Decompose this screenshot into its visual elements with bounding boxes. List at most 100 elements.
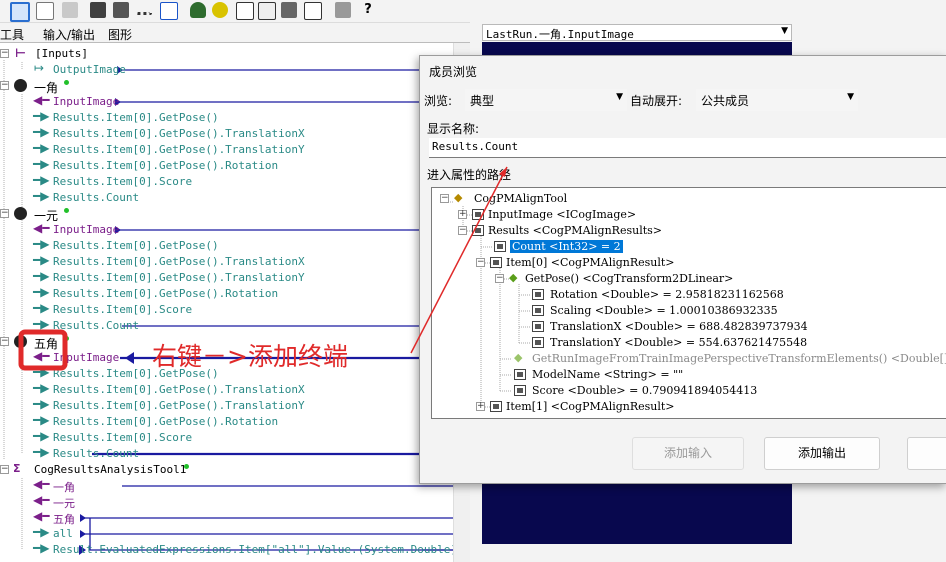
tab-graphics[interactable]: 图形 [108, 26, 132, 43]
collapse-icon[interactable]: − [476, 258, 485, 267]
collapse-icon[interactable]: − [0, 465, 9, 474]
tool-icon: ◆ [454, 191, 463, 204]
copy-icon[interactable] [36, 2, 54, 20]
tree-row-getpose[interactable]: ━▶ Results.Item[0].GetPose() [0, 237, 453, 254]
collapse-icon[interactable]: − [495, 274, 504, 283]
tree-label: all [53, 527, 73, 540]
tool-tree: − ⊢ [Inputs] ↦ OutputImage − 一角 ◀━ InputI… [0, 43, 453, 562]
tree-row-translation-y[interactable]: ━▶ Results.Item[0].GetPose().TranslationY [0, 141, 453, 158]
input-terminal-icon: ◀━ [33, 221, 50, 235]
pmalign-tool-icon [14, 79, 27, 92]
tree-label: InputImage [53, 351, 120, 364]
tree-row-count[interactable]: ━▶ Results.Count [0, 445, 453, 462]
image-source-combo[interactable]: LastRun.一角.InputImage ▼ [482, 24, 792, 41]
property-icon [472, 209, 484, 220]
tree-label: Results.Item[0].GetPose() [53, 111, 219, 124]
input-terminal-icon: ◀━ [33, 509, 50, 523]
tree-row-rotation[interactable]: ━▶ Results.Item[0].GetPose().Rotation [0, 413, 453, 430]
layout-icon[interactable] [113, 2, 129, 18]
method-icon: ◆ [514, 351, 523, 364]
collapse-icon[interactable]: − [440, 194, 449, 203]
dots-icon[interactable] [136, 2, 152, 15]
auto-expand-select[interactable]: 公共成员 ▼ [696, 89, 858, 111]
output-terminal-icon: ━▶ [33, 381, 50, 395]
prop-label: ModelName <String> = "" [532, 368, 684, 381]
tree-row-translation-y[interactable]: ━▶ Results.Item[0].GetPose().TranslationY [0, 269, 453, 286]
expand-icon[interactable]: + [476, 402, 485, 411]
add-input-button[interactable]: 添加输入 [632, 437, 744, 470]
output-terminal-icon: ━▶ [33, 253, 50, 267]
property-icon [490, 401, 502, 412]
output-terminal-icon: ━▶ [33, 173, 50, 187]
browse-select[interactable]: 典型 ▼ [465, 89, 627, 111]
run-icon[interactable] [212, 2, 228, 18]
tab-io[interactable]: 输入/输出 [43, 26, 95, 43]
tree-row-translation-x[interactable]: ━▶ Results.Item[0].GetPose().TranslationX [0, 253, 453, 270]
output-terminal-icon: ━▶ [33, 429, 50, 443]
tree-row-translation-x[interactable]: ━▶ Results.Item[0].GetPose().TranslationX [0, 381, 453, 398]
collapse-icon[interactable]: − [0, 209, 9, 218]
save-icon[interactable] [90, 2, 106, 18]
tree-row-rotation[interactable]: ━▶ Results.Item[0].GetPose().Rotation [0, 157, 453, 174]
tree-row-translation-x[interactable]: ━▶ Results.Item[0].GetPose().TranslationX [0, 125, 453, 142]
number-icon[interactable] [236, 2, 254, 20]
import-icon[interactable] [160, 2, 178, 20]
method-icon: ◆ [509, 271, 518, 284]
pmalign-tool-icon [14, 335, 27, 348]
status-ok-icon [184, 464, 189, 469]
tree-row-output-image[interactable]: ↦ OutputImage [0, 61, 453, 78]
collapse-icon[interactable]: − [458, 226, 467, 235]
collapse-icon[interactable]: − [0, 49, 9, 58]
tree-row-getpose[interactable]: ━▶ Results.Item[0].GetPose() [0, 109, 453, 126]
show-window-icon[interactable] [10, 2, 30, 22]
tree-row-input-yijiao[interactable]: ◀━ 一角 [0, 477, 453, 494]
debug-icon[interactable] [304, 2, 322, 20]
prop-label: Score <Double> = 0.790941894054413 [532, 384, 758, 397]
output-terminal-icon: ━▶ [33, 541, 50, 555]
prop-label: Scaling <Double> = 1.00010386932335 [550, 304, 778, 317]
tab-bar: 工具 输入/输出 图形 [0, 23, 470, 43]
tree-row-rotation[interactable]: ━▶ Results.Item[0].GetPose().Rotation [0, 285, 453, 302]
help-icon[interactable]: ? [360, 2, 376, 18]
input-terminal-icon: ◀━ [33, 493, 50, 507]
prop-label: Item[0] <CogPMAlignResult> [506, 256, 675, 269]
output-terminal-icon: ━▶ [33, 109, 50, 123]
tree-label: InputImage [53, 223, 120, 236]
tree-row-tool-yiyuan[interactable]: − 一元 [0, 206, 453, 223]
cut-icon[interactable] [62, 2, 78, 18]
browse-value: 典型 [470, 94, 495, 108]
terminal-icon[interactable] [258, 2, 276, 20]
tab-tools[interactable]: 工具 [0, 26, 24, 43]
tree-row-all[interactable]: ━▶ all [0, 525, 453, 542]
display-name-field[interactable]: Results.Count [429, 138, 946, 158]
tree-row-input-wujiao[interactable]: ◀━ 五角 [0, 509, 453, 526]
tree-label: InputImage [53, 95, 120, 108]
collapse-icon[interactable]: − [0, 337, 9, 346]
cancel-button[interactable] [907, 437, 946, 470]
prop-label: CogPMAlignTool [474, 192, 568, 205]
tools-icon[interactable] [281, 2, 297, 18]
tree-row-analysis-tool[interactable]: − Σ CogResultsAnalysisTool1 [0, 462, 453, 478]
tree-row-input-image[interactable]: ◀━ InputImage [0, 93, 453, 110]
tree-row-translation-y[interactable]: ━▶ Results.Item[0].GetPose().TranslationY [0, 397, 453, 414]
tree-row-score[interactable]: ━▶ Results.Item[0].Score [0, 301, 453, 318]
output-terminal-icon: ↦ [34, 61, 45, 75]
tree-row-input-image[interactable]: ◀━ InputImage [0, 221, 453, 238]
display-name-value: Results.Count [432, 140, 519, 153]
expand-icon[interactable]: + [458, 210, 467, 219]
tree-row-result-expr[interactable]: ━▶ Result.EvaluatedExpressions.Item["all"… [0, 541, 453, 558]
output-terminal-icon: ━▶ [33, 141, 50, 155]
tree-row-tool-yijiao[interactable]: − 一角 [0, 78, 453, 95]
tree-row-count[interactable]: ━▶ Results.Count [0, 189, 453, 206]
database-icon[interactable] [190, 2, 206, 18]
collapse-icon[interactable]: − [0, 81, 9, 90]
tree-row-score[interactable]: ━▶ Results.Item[0].Score [0, 429, 453, 446]
image-source-value: LastRun.一角.InputImage [486, 28, 634, 41]
tree-row-count[interactable]: ━▶ Results.Count [0, 317, 453, 334]
tree-row-inputs[interactable]: − ⊢ [Inputs] [0, 46, 453, 62]
add-output-button[interactable]: 添加输出 [764, 437, 880, 470]
tree-row-score[interactable]: ━▶ Results.Item[0].Score [0, 173, 453, 190]
output-terminal-icon: ━▶ [33, 285, 50, 299]
tree-row-input-yiyuan[interactable]: ◀━ 一元 [0, 493, 453, 510]
measure-icon[interactable] [335, 2, 351, 18]
